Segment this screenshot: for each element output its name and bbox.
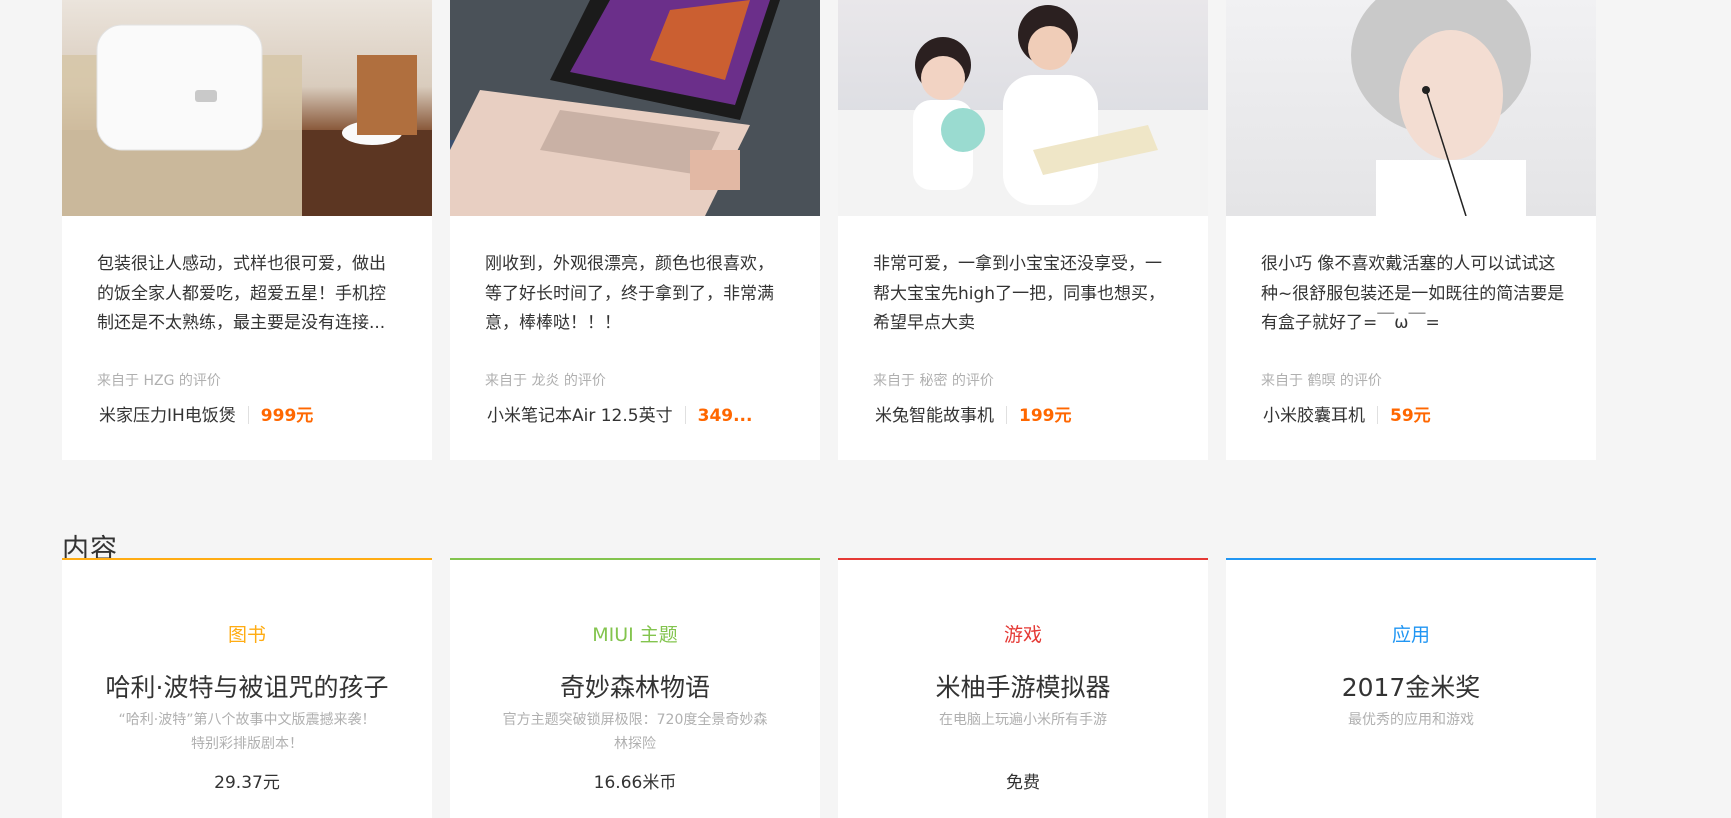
product-price: 199元 [1019, 406, 1072, 426]
category-label[interactable]: 图书 [62, 620, 432, 647]
laptop-illustration [450, 0, 820, 216]
review-author: 来自于 HZG 的评价 [97, 373, 221, 389]
review-card[interactable]: 很小巧 像不喜欢戴活塞的人可以试试这种~很舒服包装还是一如既往的简洁要是有盒子就… [1226, 0, 1596, 460]
product-image[interactable] [62, 0, 432, 216]
category-accent-line [838, 558, 1208, 560]
content-price: 免费 [1006, 773, 1040, 793]
content-title[interactable]: 奇妙森林物语 [450, 668, 820, 704]
content-description: 在电脑上玩遍小米所有手游 [939, 712, 1107, 728]
category-accent-line [62, 558, 432, 560]
content-card-game[interactable]: 游戏 米柚手游模拟器 在电脑上玩遍小米所有手游 免费 [838, 558, 1208, 818]
content-title[interactable]: 2017金米奖 [1226, 668, 1596, 704]
product-price: 349... [697, 406, 753, 426]
content-price: 16.66米币 [593, 773, 677, 793]
review-product[interactable]: 米家压力IH电饭煲 999元 [99, 401, 313, 426]
rice-cooker-illustration [62, 24, 432, 216]
review-author: 来自于 鹤暝 的评价 [1261, 373, 1382, 389]
product-name[interactable]: 米家压力IH电饭煲 [99, 406, 236, 426]
category-label[interactable]: 游戏 [838, 620, 1208, 647]
content-price: 29.37元 [214, 773, 280, 793]
review-author: 来自于 龙炎 的评价 [485, 373, 606, 389]
content-card-theme[interactable]: MIUI 主题 奇妙森林物语 官方主题突破锁屏极限：720度全景奇妙森林探险 1… [450, 558, 820, 818]
review-card[interactable]: 刚收到，外观很漂亮，颜色也很喜欢，等了好长时间了，终于拿到了，非常满意，棒棒哒！… [450, 0, 820, 460]
divider [684, 406, 686, 424]
content-card-book[interactable]: 图书 哈利·波特与被诅咒的孩子 “哈利·波特”第八个故事中文版震撼来袭！特别彩排… [62, 558, 432, 818]
product-name[interactable]: 米兔智能故事机 [875, 406, 994, 426]
review-product[interactable]: 小米胶囊耳机 59元 [1263, 401, 1431, 426]
category-accent-line [1226, 558, 1596, 560]
review-product[interactable]: 米兔智能故事机 199元 [875, 401, 1072, 426]
review-card[interactable]: 包装很让人感动，式样也很可爱，做出的饭全家人都爱吃，超爱五星！手机控制还是不太熟… [62, 0, 432, 460]
content-description: “哈利·波特”第八个故事中文版震撼来袭！特别彩排版剧本！ [118, 712, 376, 752]
content-card-app[interactable]: 应用 2017金米奖 最优秀的应用和游戏 [1226, 558, 1596, 818]
product-price: 999元 [260, 406, 314, 426]
divider [1006, 406, 1007, 424]
earphone-illustration [1351, 0, 1531, 216]
content-description: 最优秀的应用和游戏 [1348, 712, 1474, 728]
product-name[interactable]: 小米笔记本Air 12.5英寸 [487, 406, 673, 426]
category-label[interactable]: MIUI 主题 [450, 620, 820, 647]
review-text: 包装很让人感动，式样也很可爱，做出的饭全家人都爱吃，超爱五星！手机控制还是不太熟… [97, 254, 386, 333]
content-title[interactable]: 米柚手游模拟器 [838, 668, 1208, 704]
content-description: 官方主题突破锁屏极限：720度全景奇妙森林探险 [502, 712, 768, 752]
category-label[interactable]: 应用 [1226, 620, 1596, 647]
product-image[interactable] [838, 0, 1208, 216]
review-product[interactable]: 小米笔记本Air 12.5英寸 349... [487, 401, 752, 426]
content-title[interactable]: 哈利·波特与被诅咒的孩子 [62, 668, 432, 704]
story-machine-illustration [838, 5, 1208, 216]
product-image[interactable] [450, 0, 820, 216]
review-author: 来自于 秘密 的评价 [873, 373, 994, 389]
review-text: 很小巧 像不喜欢戴活塞的人可以试试这种~很舒服包装还是一如既往的简洁要是有盒子就… [1261, 254, 1565, 333]
review-card[interactable]: 非常可爱，一拿到小宝宝还没享受，一帮大宝宝先high了一把，同事也想买，希望早点… [838, 0, 1208, 460]
category-accent-line [450, 558, 820, 560]
product-name[interactable]: 小米胶囊耳机 [1263, 406, 1365, 426]
product-image[interactable] [1226, 0, 1596, 216]
review-text: 刚收到，外观很漂亮，颜色也很喜欢，等了好长时间了，终于拿到了，非常满意，棒棒哒！… [485, 254, 774, 333]
divider [247, 406, 249, 424]
product-price: 59元 [1390, 406, 1431, 426]
review-text: 非常可爱，一拿到小宝宝还没享受，一帮大宝宝先high了一把，同事也想买，希望早点… [873, 254, 1166, 333]
divider [1377, 406, 1378, 424]
